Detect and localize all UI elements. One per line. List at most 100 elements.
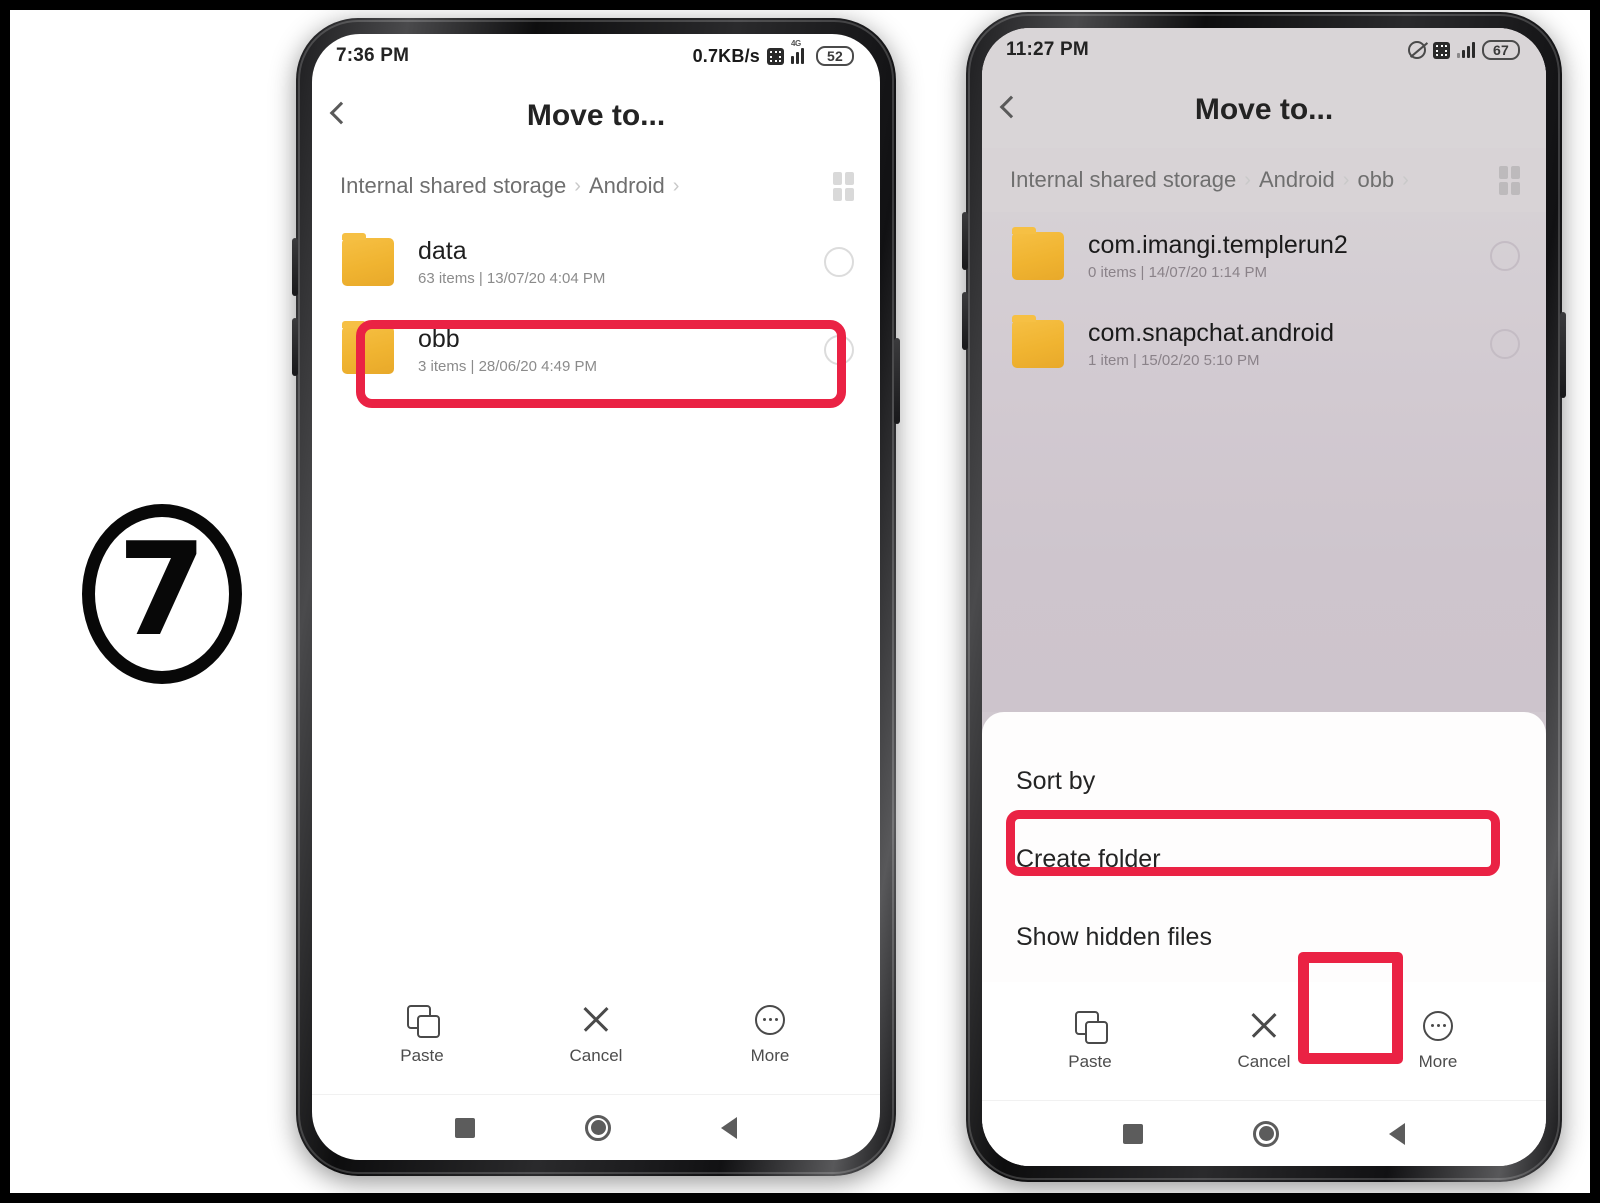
file-meta: 0 items | 14/07/20 1:14 PM [1088, 263, 1267, 281]
menu-item-sort-by[interactable]: Sort by [982, 742, 1546, 820]
file-meta: 1 item | 15/02/20 5:10 PM [1088, 351, 1260, 369]
list-item[interactable]: com.imangi.templerun2 0 items | 14/07/20… [982, 212, 1546, 300]
status-time: 11:27 PM [1006, 39, 1089, 60]
breadcrumb-separator-icon: › [1244, 168, 1251, 191]
volume-down-button[interactable] [292, 318, 298, 376]
file-name: com.snapchat.android [1088, 318, 1334, 347]
more-dots-icon [1423, 1010, 1453, 1041]
breadcrumb-bar-right: Internal shared storage › Android › obb … [982, 148, 1546, 212]
paste-label: Paste [400, 1045, 444, 1065]
paste-label: Paste [1068, 1051, 1112, 1071]
home-circle-icon[interactable] [1253, 1120, 1279, 1147]
back-triangle-icon[interactable] [721, 1116, 737, 1139]
phone-left-screen: 7:36 PM 0.7KB/s 4G 52 Move to... Interna… [312, 34, 880, 1160]
select-checkbox[interactable] [824, 247, 854, 277]
power-button[interactable] [894, 338, 900, 424]
close-x-icon [581, 1005, 611, 1035]
phone-right: 11:27 PM 67 Move to... Internal shared s… [962, 12, 1566, 1182]
breadcrumb: Internal shared storage › Android › [340, 173, 679, 199]
recents-square-icon[interactable] [1123, 1123, 1143, 1144]
select-checkbox[interactable] [1490, 329, 1520, 359]
list-item[interactable]: obb 3 items | 28/06/20 4:49 PM [312, 306, 880, 394]
breadcrumb-item-root[interactable]: Internal shared storage [340, 173, 566, 199]
breadcrumb-item-root[interactable]: Internal shared storage [1010, 167, 1236, 193]
breadcrumb-item-android[interactable]: Android [1259, 167, 1335, 193]
data-saver-icon [767, 47, 784, 65]
breadcrumb-item-android[interactable]: Android [589, 173, 665, 199]
more-label: More [750, 1045, 790, 1065]
paste-button[interactable]: Paste [1044, 1010, 1136, 1072]
select-checkbox[interactable] [824, 335, 854, 365]
breadcrumb-separator-icon: › [1342, 168, 1350, 191]
breadcrumb-separator-icon: › [574, 174, 581, 197]
file-meta: 63 items | 13/07/20 4:04 PM [418, 269, 606, 287]
menu-item-create-folder[interactable]: Create folder [982, 820, 1546, 898]
bottom-toolbar-right: Paste Cancel More [982, 982, 1546, 1100]
app-bar-right: Move to... [982, 72, 1546, 148]
step-number-badge: 7 [82, 504, 242, 684]
more-dots-icon [755, 1004, 785, 1035]
more-options-sheet: Sort by Create folder Show hidden files [982, 712, 1546, 982]
select-checkbox[interactable] [1490, 241, 1520, 271]
grid-view-icon[interactable] [833, 171, 854, 201]
android-nav-bar-left [312, 1094, 880, 1160]
folder-icon [342, 233, 394, 286]
status-time: 7:36 PM [336, 45, 410, 66]
list-item[interactable]: data 63 items | 13/07/20 4:04 PM [312, 218, 880, 306]
page-title: Move to... [526, 99, 666, 132]
folder-icon [342, 321, 394, 374]
volume-up-button[interactable] [962, 212, 968, 270]
network-speed-label: 0.7KB/s [692, 45, 760, 66]
page-title: Move to... [1194, 93, 1334, 126]
recents-square-icon[interactable] [455, 1117, 475, 1138]
paste-icon [1075, 1010, 1108, 1044]
file-meta: 3 items | 28/06/20 4:49 PM [418, 357, 597, 375]
more-button[interactable]: More [724, 1004, 816, 1066]
signal-icon: 4G [791, 39, 809, 64]
status-bar-right: 11:27 PM 67 [982, 28, 1546, 72]
breadcrumb-separator-icon: › [672, 174, 680, 197]
cancel-button[interactable]: Cancel [550, 1005, 642, 1066]
bottom-toolbar-left: Paste Cancel More [312, 976, 880, 1094]
phone-right-screen: 11:27 PM 67 Move to... Internal shared s… [982, 28, 1546, 1166]
android-nav-bar-right [982, 1100, 1546, 1166]
file-list-left: data 63 items | 13/07/20 4:04 PM obb 3 i… [312, 218, 880, 976]
breadcrumb-separator-icon: › [1402, 168, 1409, 191]
more-button[interactable]: More [1392, 1010, 1484, 1072]
battery-icon: 52 [816, 46, 854, 66]
breadcrumb: Internal shared storage › Android › obb … [1010, 167, 1409, 193]
list-item[interactable]: com.snapchat.android 1 item | 15/02/20 5… [982, 300, 1546, 388]
folder-icon [1012, 227, 1064, 280]
phone-left: 7:36 PM 0.7KB/s 4G 52 Move to... Interna… [292, 18, 900, 1176]
grid-view-icon[interactable] [1499, 165, 1520, 195]
tutorial-canvas: 7 7:36 PM 0.7KB/s 4G 52 Move to... Inter… [10, 10, 1590, 1193]
file-name: data [418, 236, 467, 265]
file-list-right: com.imangi.templerun2 0 items | 14/07/20… [982, 212, 1546, 712]
breadcrumb-item-obb[interactable]: obb [1357, 167, 1394, 193]
home-circle-icon[interactable] [585, 1114, 611, 1141]
breadcrumb-bar-left: Internal shared storage › Android › [312, 154, 880, 218]
menu-item-show-hidden-files[interactable]: Show hidden files [982, 898, 1546, 976]
paste-button[interactable]: Paste [376, 1004, 468, 1066]
folder-icon [1012, 315, 1064, 368]
data-saver-icon [1433, 41, 1450, 59]
back-triangle-icon[interactable] [1389, 1122, 1405, 1145]
step-number-label: 7 [117, 516, 207, 665]
power-button[interactable] [1560, 312, 1566, 398]
back-chevron-icon[interactable] [982, 95, 1040, 121]
signal-icon [1457, 42, 1475, 58]
battery-icon: 67 [1482, 40, 1520, 60]
cancel-label: Cancel [1237, 1051, 1291, 1071]
cancel-button[interactable]: Cancel [1218, 1011, 1310, 1072]
back-chevron-icon[interactable] [312, 101, 370, 127]
file-name: obb [418, 324, 460, 353]
app-bar-left: Move to... [312, 78, 880, 154]
file-name: com.imangi.templerun2 [1088, 230, 1348, 259]
network-type-label: 4G [791, 39, 801, 48]
paste-icon [407, 1004, 440, 1038]
close-x-icon [1249, 1011, 1279, 1041]
volume-up-button[interactable] [292, 238, 298, 296]
mute-icon [1408, 41, 1426, 59]
volume-down-button[interactable] [962, 292, 968, 350]
more-label: More [1418, 1051, 1458, 1071]
